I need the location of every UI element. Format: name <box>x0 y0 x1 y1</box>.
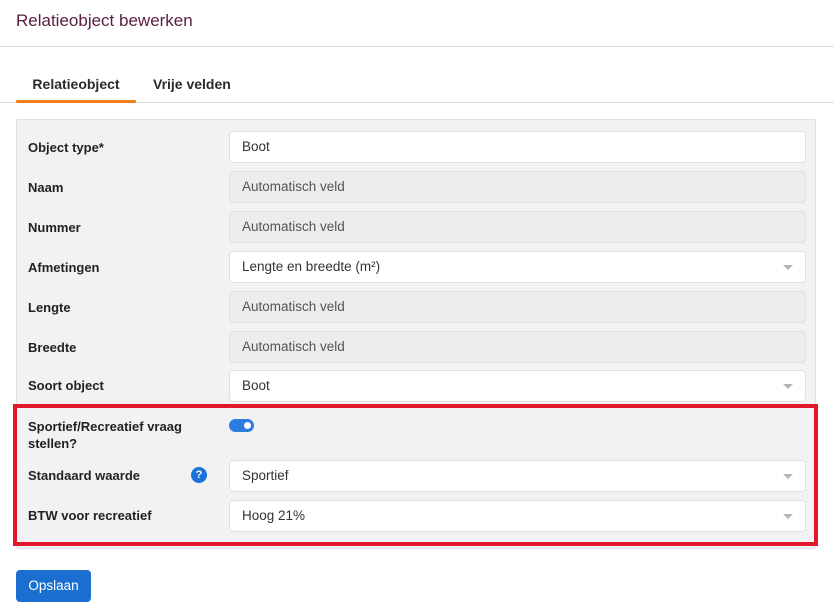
row-btw-recreatief: BTW voor recreatief Hoog 21% <box>17 500 817 540</box>
lengte-label: Lengte <box>28 300 71 315</box>
sportief-vraag-label: Sportief/Recreatief vraag stellen? <box>28 418 182 452</box>
help-icon[interactable]: ? <box>191 467 207 483</box>
afmetingen-select[interactable]: Lengte en breedte (m²) <box>229 251 806 283</box>
lengte-field: Automatisch veld <box>229 291 806 323</box>
toggle-knob <box>244 422 251 429</box>
tab-vrije-velden[interactable]: Vrije velden <box>153 70 231 102</box>
sportief-vraag-label-line1: Sportief/Recreatief vraag <box>28 419 182 434</box>
chevron-down-icon <box>783 474 793 479</box>
row-afmetingen: Afmetingen Lengte en breedte (m²) <box>17 251 817 291</box>
standaard-waarde-select[interactable]: Sportief <box>229 460 806 492</box>
sportief-vraag-label-line2: stellen? <box>28 436 78 451</box>
nummer-field: Automatisch veld <box>229 211 806 243</box>
chevron-down-icon <box>783 384 793 389</box>
sportief-vraag-toggle[interactable] <box>229 419 254 432</box>
chevron-down-icon <box>783 514 793 519</box>
naam-label: Naam <box>28 180 64 195</box>
soort-object-value: Boot <box>242 378 270 393</box>
breedte-label: Breedte <box>28 340 77 355</box>
breedte-field: Automatisch veld <box>229 331 806 363</box>
page-header: Relatieobject bewerken <box>0 0 834 47</box>
tab-relatieobject[interactable]: Relatieobject <box>16 70 136 103</box>
standaard-waarde-value: Sportief <box>242 468 289 483</box>
soort-object-label: Soort object <box>28 378 104 393</box>
row-lengte: Lengte Automatisch veld <box>17 291 817 331</box>
afmetingen-value: Lengte en breedte (m²) <box>242 259 381 274</box>
row-soort-object: Soort object Boot <box>17 370 817 410</box>
object-type-label: Object type* <box>28 140 104 155</box>
row-nummer: Nummer Automatisch veld <box>17 211 817 251</box>
chevron-down-icon <box>783 265 793 270</box>
nummer-label: Nummer <box>28 220 81 235</box>
object-type-input[interactable]: Boot <box>229 131 806 163</box>
row-naam: Naam Automatisch veld <box>17 171 817 211</box>
naam-field: Automatisch veld <box>229 171 806 203</box>
form-panel: Object type* Boot Naam Automatisch veld … <box>16 119 816 549</box>
soort-object-select[interactable]: Boot <box>229 370 806 402</box>
btw-recreatief-value: Hoog 21% <box>242 508 306 523</box>
tab-bar: Relatieobject Vrije velden <box>0 70 834 103</box>
page-title: Relatieobject bewerken <box>16 11 193 30</box>
btw-recreatief-label: BTW voor recreatief <box>28 508 152 523</box>
btw-recreatief-select[interactable]: Hoog 21% <box>229 500 806 532</box>
save-button[interactable]: Opslaan <box>16 570 91 602</box>
row-object-type: Object type* Boot <box>17 131 817 171</box>
row-standaard-waarde: Standaard waarde ? Sportief <box>17 460 817 500</box>
standaard-waarde-label: Standaard waarde <box>28 468 140 483</box>
row-sportief-vraag: Sportief/Recreatief vraag stellen? <box>17 418 817 454</box>
afmetingen-label: Afmetingen <box>28 260 100 275</box>
row-breedte: Breedte Automatisch veld <box>17 331 817 371</box>
